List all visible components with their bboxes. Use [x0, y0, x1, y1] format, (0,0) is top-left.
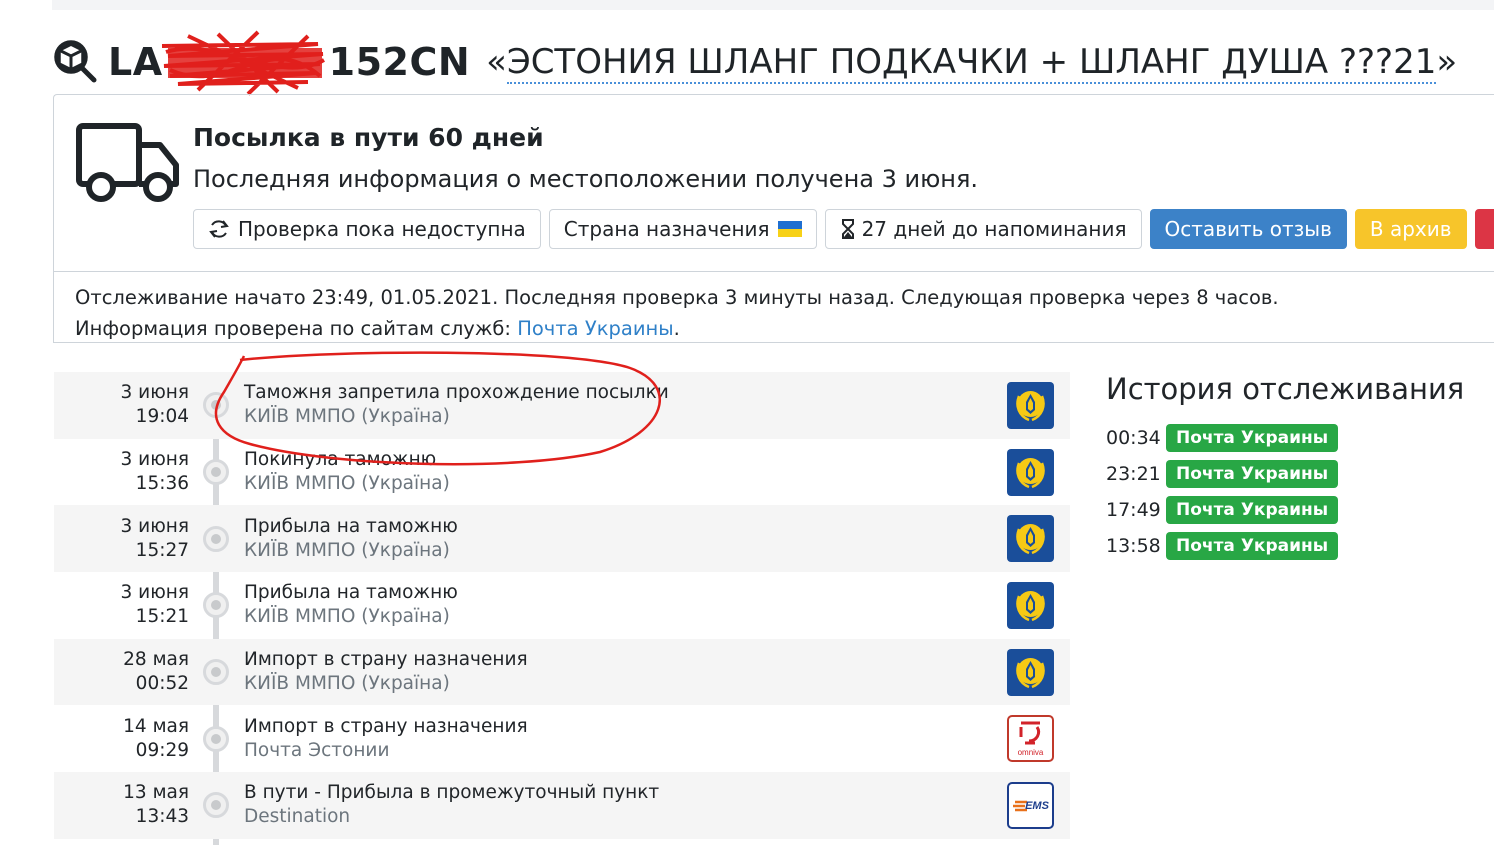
event-date: 14 мая [123, 715, 189, 737]
event-datetime: 3 июня 15:36 [54, 448, 189, 496]
history-entry[interactable]: 00:34 Почта Украины [1106, 420, 1464, 456]
event-place: КИЇВ ММПО (Україна) [244, 673, 450, 695]
ukrposhta-logo [1007, 448, 1054, 496]
ukrposhta-logo [1007, 648, 1054, 696]
event-datetime: 13 мая 13:43 [54, 781, 189, 829]
event-datetime: 3 июня 15:27 [54, 515, 189, 563]
event-datetime: 28 мая 00:52 [54, 648, 189, 696]
event-date: 3 июня [120, 449, 189, 471]
action-buttons: Проверка пока недоступна Страна назначен… [193, 209, 1494, 249]
search-box-icon [54, 40, 97, 83]
omniva-logo-text: omniva [1018, 748, 1044, 757]
event-place: Destination [244, 806, 351, 828]
status-subtitle: Последняя информация о местоположении по… [193, 165, 979, 193]
event-details: В пути - Прибыла в промежуточный пункт De… [244, 781, 659, 829]
timeline-event: 3 июня 15:27 Прибыла на таможню КИЇВ ММПО (… [54, 505, 1070, 573]
parcel-name[interactable]: «ЭСТОНИЯ ШЛАНГ ПОДКАЧКИ + ШЛАНГ ДУША ???… [486, 42, 1457, 84]
event-title: Прибыла на таможню [244, 515, 458, 537]
event-time: 09:29 [135, 739, 189, 761]
timeline-dot [203, 525, 229, 552]
top-strip [52, 0, 1494, 10]
omniva-logo: omniva [1007, 715, 1054, 763]
event-place: КИЇВ ММПО (Україна) [244, 539, 450, 561]
tracking-info: Отслеживание начато 23:49, 01.05.2021. П… [53, 271, 1494, 343]
refresh-icon [209, 220, 229, 238]
tracking-started-text: Отслеживание начато 23:49, 01.05.2021. П… [75, 286, 1279, 309]
check-button[interactable]: Проверка пока недоступна [193, 209, 541, 249]
event-title: Импорт в страну назначения [244, 715, 528, 737]
page-title: LA 152CN «ЭСТОНИЯ ШЛАНГ ПОДКАЧКИ + ШЛАНГ … [52, 30, 1457, 96]
event-date: 3 июня [120, 382, 189, 404]
ems-logo: EMS [1007, 781, 1054, 829]
event-datetime: 3 июня 15:21 [54, 581, 189, 629]
annotation-circle [214, 351, 661, 466]
history-time: 17:49 [1106, 499, 1161, 521]
event-time: 19:04 [135, 406, 189, 428]
timeline-event: 3 июня 15:21 Прибыла на таможню КИЇВ ММПО (… [54, 572, 1070, 639]
timeline-dot [203, 659, 229, 686]
service-badge[interactable]: Почта Украины [1166, 532, 1339, 560]
timeline-dot [203, 792, 229, 819]
service-badge[interactable]: Почта Украины [1166, 496, 1339, 524]
ukraine-flag-icon [777, 221, 802, 237]
event-datetime: 14 мая 09:29 [54, 715, 189, 763]
truck-icon [76, 123, 179, 202]
history-entry[interactable]: 17:49 Почта Украины [1106, 492, 1464, 528]
history-heading: История отслеживания [1106, 372, 1465, 406]
event-time: 00:52 [135, 673, 189, 695]
event-date: 28 мая [123, 649, 189, 671]
timeline-dot [203, 725, 229, 752]
status-card: Посылка в пути 60 дней Последняя информа… [53, 94, 1494, 271]
event-details: Прибыла на таможню КИЇВ ММПО (Україна) [244, 515, 458, 563]
event-title: В пути - Прибыла в промежуточный пункт [244, 782, 660, 804]
ems-logo-text: EMS [1025, 800, 1050, 812]
ukrposhta-logo [1007, 515, 1054, 563]
history-time: 00:34 [1106, 427, 1161, 449]
event-details: Импорт в страну назначения КИЇВ ММПО (Укр… [244, 648, 528, 696]
history-time: 23:21 [1106, 463, 1161, 485]
history-entry[interactable]: 23:21 Почта Украины [1106, 456, 1464, 492]
timeline-event: 14 мая 09:29 Импорт в страну назначения Поч… [54, 705, 1070, 772]
checked-services-text: Информация проверена по сайтам служб: По… [75, 317, 680, 340]
event-place: Почта Эстонии [244, 739, 390, 761]
event-date: 13 мая [123, 782, 189, 804]
tracking-number: LA 152CN [108, 30, 470, 96]
service-badge[interactable]: Почта Украины [1166, 424, 1339, 452]
timeline-event: 28 мая 00:52 Импорт в страну назначения КИЇ… [54, 638, 1070, 706]
event-time: 13:43 [135, 806, 189, 828]
timeline-dot [203, 592, 229, 619]
event-time: 15:36 [135, 473, 189, 495]
timeline-event: 13 мая 13:43 В пути - Прибыла в промежуточ… [54, 772, 1070, 839]
event-datetime: 3 июня 19:04 [54, 381, 189, 429]
history-time: 13:58 [1106, 535, 1161, 557]
event-details: Импорт в страну назначения Почта Эстонии [244, 715, 528, 763]
event-place: КИЇВ ММПО (Україна) [244, 606, 450, 628]
status-title: Посылка в пути 60 дней [193, 123, 544, 152]
tracking-history: История отслеживания 00:34 Почта Украины 2… [1106, 372, 1464, 564]
service-badge[interactable]: Почта Украины [1166, 460, 1339, 488]
event-time: 15:21 [135, 606, 189, 628]
event-place: КИЇВ ММПО (Україна) [244, 473, 450, 495]
archive-button[interactable]: В архив [1354, 209, 1467, 249]
hourglass-icon [841, 219, 854, 239]
event-title: Прибыла на таможню [244, 582, 458, 604]
destination-country-button[interactable]: Страна назначения [548, 209, 817, 249]
delete-button[interactable]: × [1474, 209, 1494, 249]
service-link[interactable]: Почта Украины [517, 317, 673, 340]
history-entry[interactable]: 13:58 Почта Украины [1106, 528, 1464, 564]
event-date: 3 июня [120, 515, 189, 537]
event-details: Прибыла на таможню КИЇВ ММПО (Україна) [244, 581, 458, 629]
redaction-scribble [161, 30, 325, 96]
event-title: Импорт в страну назначения [244, 649, 528, 671]
event-date: 3 июня [120, 582, 189, 604]
leave-review-button[interactable]: Оставить отзыв [1149, 209, 1347, 249]
ukrposhta-logo [1007, 381, 1054, 429]
event-time: 15:27 [135, 539, 189, 561]
reminder-button[interactable]: 27 дней до напоминания [824, 209, 1142, 249]
ukrposhta-logo [1007, 581, 1054, 629]
